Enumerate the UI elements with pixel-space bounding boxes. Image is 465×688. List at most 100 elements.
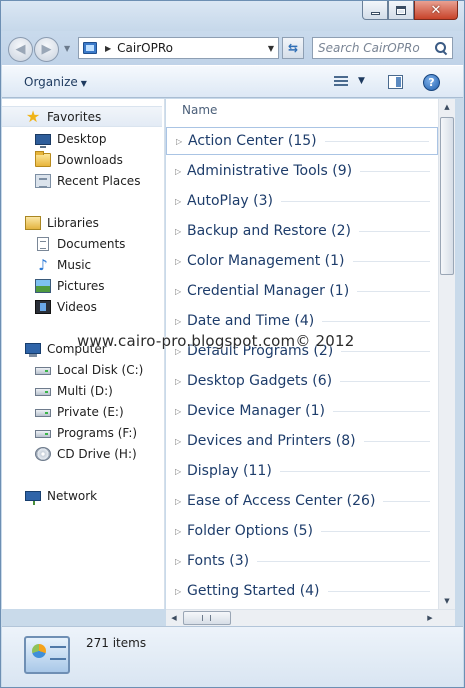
expand-arrow-icon[interactable]: ▷ <box>175 197 185 206</box>
breadcrumb-item[interactable]: CairOPRo <box>117 41 268 55</box>
group-row[interactable]: ▷ Display (11) <box>166 457 438 485</box>
sidebar-item-documents[interactable]: Documents <box>2 233 162 254</box>
star-icon: ★ <box>25 106 41 126</box>
scroll-thumb[interactable] <box>183 611 231 625</box>
sidebar-item-network[interactable]: Network <box>2 485 162 506</box>
arrow-right-icon: ▶ <box>41 42 52 57</box>
recent-pages-dropdown-icon[interactable]: ▼ <box>64 44 70 53</box>
scroll-left-icon[interactable]: ◀ <box>166 610 182 626</box>
search-input[interactable]: Search CairOPRo <box>318 41 434 55</box>
expand-arrow-icon[interactable]: ▷ <box>175 317 185 326</box>
sidebar-item-music[interactable]: ♪ Music <box>2 254 162 275</box>
group-row[interactable]: ▷ Getting Started (4) <box>166 577 438 605</box>
sidebar-item-label: Desktop <box>57 131 107 146</box>
expand-arrow-icon[interactable]: ▷ <box>175 377 185 386</box>
sidebar-item-label: Pictures <box>57 278 105 293</box>
sidebar-item-label: Network <box>47 488 98 503</box>
downloads-folder-icon <box>35 150 51 167</box>
file-list: Name ▷ Action Center (15) ▷ Administrative… <box>166 99 438 609</box>
computer-icon <box>25 343 41 357</box>
horizontal-scrollbar[interactable]: ◀ ▶ <box>166 609 455 626</box>
sidebar-item-recent-places[interactable]: Recent Places <box>2 170 162 191</box>
scroll-up-icon[interactable]: ▲ <box>439 99 455 115</box>
column-header-name[interactable]: Name <box>182 103 217 117</box>
expand-arrow-icon[interactable]: ▷ <box>175 527 185 536</box>
expand-arrow-icon[interactable]: ▷ <box>175 497 185 506</box>
video-icon <box>35 299 51 314</box>
group-row[interactable]: ▷ Action Center (15) <box>166 127 438 155</box>
close-button[interactable]: ✕ <box>414 1 458 20</box>
group-row[interactable]: ▷ Color Management (1) <box>166 247 438 275</box>
group-row[interactable]: ▷ Administrative Tools (9) <box>166 157 438 185</box>
sidebar-item-programs[interactable]: Programs (F:) <box>2 422 162 443</box>
sidebar-item-label: Documents <box>57 236 126 251</box>
vertical-scrollbar[interactable]: ▲ ▼ <box>438 99 455 609</box>
group-row[interactable]: ▷ Credential Manager (1) <box>166 277 438 305</box>
group-row[interactable]: ▷ Desktop Gadgets (6) <box>166 367 438 395</box>
command-bar: Organize ▼ ▼ ? <box>2 65 463 98</box>
sidebar-item-label: Recent Places <box>57 173 141 188</box>
sidebar-item-local-disk[interactable]: Local Disk (C:) <box>2 359 162 380</box>
library-icon <box>25 215 41 230</box>
breadcrumb-separator-icon[interactable]: ▶ <box>105 44 111 53</box>
sidebar-item-label: Downloads <box>57 152 123 167</box>
group-row[interactable]: ▷ Devices and Printers (8) <box>166 427 438 455</box>
help-icon[interactable]: ? <box>423 74 440 91</box>
organize-button[interactable]: Organize ▼ <box>24 75 87 89</box>
sidebar-item-label: Local Disk (C:) <box>57 362 144 377</box>
title-bar[interactable]: ✕ <box>1 1 464 31</box>
view-options-icon[interactable] <box>334 76 348 88</box>
sidebar-item-videos[interactable]: Videos <box>2 296 162 317</box>
group-row[interactable]: ▷ AutoPlay (3) <box>166 187 438 215</box>
sidebar-item-cd-drive[interactable]: CD Drive (H:) <box>2 443 162 464</box>
group-row[interactable]: ▷ Ease of Access Center (26) <box>166 487 438 515</box>
scroll-down-icon[interactable]: ▼ <box>439 593 455 609</box>
preview-pane-icon[interactable] <box>388 75 403 89</box>
view-dropdown-icon[interactable]: ▼ <box>358 76 365 86</box>
sidebar-item-label: Libraries <box>47 215 99 230</box>
grip-icon <box>202 615 211 621</box>
expand-arrow-icon[interactable]: ▷ <box>175 407 185 416</box>
sidebar-item-favorites[interactable]: ★ Favorites <box>2 106 162 127</box>
scroll-right-icon[interactable]: ▶ <box>422 610 438 626</box>
scroll-thumb[interactable] <box>440 117 454 275</box>
address-bar[interactable]: ▶ CairOPRo ▼ <box>78 37 279 59</box>
expand-arrow-icon[interactable]: ▷ <box>176 137 186 146</box>
sidebar-item-label: Multi (D:) <box>57 383 113 398</box>
refresh-button[interactable]: ⇆ <box>282 37 304 59</box>
search-icon[interactable] <box>434 41 448 55</box>
group-row[interactable]: ▷ Folder Options (5) <box>166 517 438 545</box>
expand-arrow-icon[interactable]: ▷ <box>175 287 185 296</box>
sidebar-item-libraries[interactable]: Libraries <box>2 212 162 233</box>
expand-arrow-icon[interactable]: ▷ <box>175 557 185 566</box>
expand-arrow-icon[interactable]: ▷ <box>175 167 185 176</box>
expand-arrow-icon[interactable]: ▷ <box>175 227 185 236</box>
forward-button[interactable]: ▶ <box>34 37 59 62</box>
expand-arrow-icon[interactable]: ▷ <box>175 257 185 266</box>
sidebar-item-desktop[interactable]: Desktop <box>2 128 162 149</box>
group-row[interactable]: ▷ Backup and Restore (2) <box>166 217 438 245</box>
sidebar-item-downloads[interactable]: Downloads <box>2 149 162 170</box>
minimize-button[interactable] <box>362 1 388 20</box>
minimize-icon <box>370 11 380 15</box>
close-icon: ✕ <box>430 2 442 18</box>
maximize-button[interactable] <box>388 1 414 20</box>
hard-drive-icon <box>35 388 51 396</box>
sidebar-item-private[interactable]: Private (E:) <box>2 401 162 422</box>
search-box[interactable]: Search CairOPRo <box>312 37 453 59</box>
navigation-bar: ◀ ▶ ▼ ▶ CairOPRo ▼ ⇆ Search CairOPRo <box>1 31 464 65</box>
sidebar-item-label: Private (E:) <box>57 404 124 419</box>
group-row[interactable]: ▷ Device Manager (1) <box>166 397 438 425</box>
group-row[interactable]: ▷ Fonts (3) <box>166 547 438 575</box>
group-row[interactable]: ▷ Date and Time (4) <box>166 307 438 335</box>
expand-arrow-icon[interactable]: ▷ <box>175 467 185 476</box>
refresh-icon: ⇆ <box>287 41 299 55</box>
sidebar-item-pictures[interactable]: Pictures <box>2 275 162 296</box>
expand-arrow-icon[interactable]: ▷ <box>175 587 185 596</box>
recent-places-icon <box>35 173 51 188</box>
sidebar-item-label: CD Drive (H:) <box>57 446 137 461</box>
expand-arrow-icon[interactable]: ▷ <box>175 437 185 446</box>
back-button[interactable]: ◀ <box>8 37 33 62</box>
address-dropdown-icon[interactable]: ▼ <box>268 44 274 53</box>
sidebar-item-multi[interactable]: Multi (D:) <box>2 380 162 401</box>
